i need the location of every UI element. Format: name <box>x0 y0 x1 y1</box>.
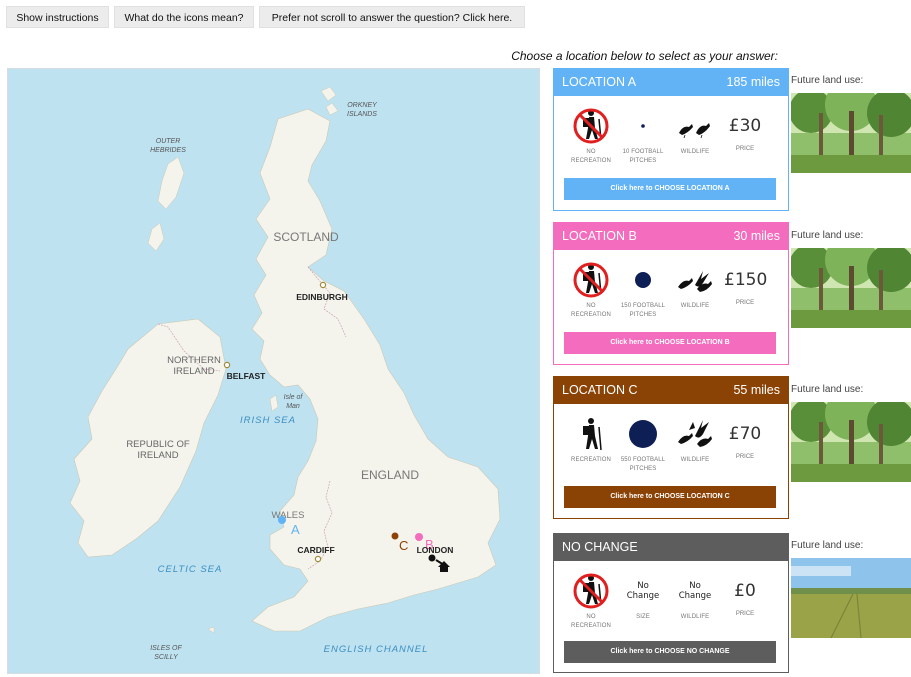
icons-meaning-button[interactable]: What do the icons mean? <box>114 6 254 28</box>
woodland-image <box>791 248 911 328</box>
no-recreation-icon <box>573 108 609 144</box>
size-dot-icon <box>635 272 651 288</box>
future-land-use-label-nochange: Future land use: <box>791 540 864 551</box>
location-c-wildlife: WILDLIFE <box>670 414 720 465</box>
no-change-title: NO CHANGE <box>562 540 638 554</box>
no-change-wildlife-value-1: No <box>689 581 701 591</box>
no-change-price: £0 PRICE <box>734 581 756 617</box>
outer-hebrides-label-2: HEBRIDES <box>150 147 186 154</box>
edinburgh-dot <box>319 281 327 289</box>
woodland-photo-a <box>791 93 911 173</box>
woodland-photo-c <box>791 402 911 482</box>
location-a-distance: 185 miles <box>726 75 781 89</box>
location-a-recreation: NO RECREATION <box>566 106 616 166</box>
northern-ireland-label-1: NORTHERN <box>167 355 221 366</box>
location-b-distance: 30 miles <box>733 229 780 243</box>
location-b-header: LOCATION B 30 miles <box>554 223 788 250</box>
location-b-title: LOCATION B <box>562 229 637 243</box>
location-c-distance: 55 miles <box>733 383 780 397</box>
london-dot <box>428 554 436 562</box>
farmland-image <box>791 558 911 638</box>
woodland-image <box>791 93 911 173</box>
location-c-header: LOCATION C 55 miles <box>554 377 788 404</box>
location-a-wildlife: WILDLIFE <box>670 106 720 157</box>
scilly-label-2: SCILLY <box>154 654 179 661</box>
location-b-marker <box>415 533 423 541</box>
no-change-wildlife-value-2: Change <box>678 591 712 601</box>
location-c-size: 550 FOOTBALL PITCHES <box>618 414 668 474</box>
uk-map: ORKNEY ISLANDS OUTER HEBRIDES SCOTLAND E… <box>7 68 540 674</box>
location-a-letter: A <box>291 522 300 537</box>
no-change-card: NO CHANGE NO RECREATION No Change SIZE N… <box>553 533 789 673</box>
size-dot-icon <box>641 124 645 128</box>
location-c-card: LOCATION C 55 miles RECREATION 550 FOOTB… <box>553 376 789 519</box>
wildlife-birds-icon <box>679 123 710 139</box>
question-prompt: Choose a location below to select as you… <box>511 49 778 63</box>
future-land-use-label-b: Future land use: <box>791 230 864 241</box>
orkney-label-2: ISLANDS <box>347 111 377 118</box>
no-change-recreation: NO RECREATION <box>566 571 616 631</box>
location-c-letter: C <box>399 538 408 553</box>
location-a-size: 10 FOOTBALL PITCHES <box>618 106 668 166</box>
roi-label-2: IRELAND <box>137 450 178 461</box>
edinburgh-label: EDINBURGH <box>296 292 347 302</box>
future-land-use-label-c: Future land use: <box>791 384 864 395</box>
england-label: ENGLAND <box>361 468 419 482</box>
northern-ireland-label-2: IRELAND <box>173 366 214 377</box>
recreation-hiker-icon <box>583 418 602 451</box>
location-a-title: LOCATION A <box>562 75 637 89</box>
farmland-photo <box>791 558 911 638</box>
location-c-price: £70 PRICE <box>728 424 762 460</box>
no-change-wildlife: No Change WILDLIFE <box>678 581 712 620</box>
location-c-marker <box>391 532 399 540</box>
outer-hebrides-label-1: OUTER <box>156 138 181 145</box>
woodland-photo-b <box>791 248 911 328</box>
location-a-marker <box>278 516 286 524</box>
english-channel-label: ENGLISH CHANNEL <box>324 644 429 655</box>
no-change-header: NO CHANGE <box>554 534 788 561</box>
isle-of-man-label-1: Isle of <box>284 394 304 401</box>
cardiff-label: CARDIFF <box>297 545 334 555</box>
location-b-price: £150 PRICE <box>724 270 768 306</box>
belfast-dot <box>223 361 231 369</box>
map-svg: ORKNEY ISLANDS OUTER HEBRIDES SCOTLAND E… <box>8 69 539 673</box>
location-a-price: £30 PRICE <box>728 116 762 152</box>
cardiff-dot <box>314 555 322 563</box>
location-b-card: LOCATION B 30 miles NO RECREATION 150 FO… <box>553 222 789 365</box>
scilly-label-1: ISLES OF <box>150 645 182 652</box>
location-c-title: LOCATION C <box>562 383 638 397</box>
location-c-recreation: RECREATION <box>566 414 616 465</box>
location-b-wildlife: WILDLIFE <box>670 260 720 311</box>
choose-location-c-button[interactable]: Click here to CHOOSE LOCATION C <box>564 486 776 508</box>
location-a-header: LOCATION A 185 miles <box>554 69 788 96</box>
wildlife-birds-icon <box>678 420 712 447</box>
location-b-recreation: NO RECREATION <box>566 260 616 320</box>
no-change-size-value-2: Change <box>626 591 660 601</box>
woodland-image <box>791 402 911 482</box>
future-land-use-label-a: Future land use: <box>791 75 864 86</box>
no-change-size-value-1: No <box>637 581 649 591</box>
wildlife-birds-icon <box>678 271 712 292</box>
location-b-size: 150 FOOTBALL PITCHES <box>618 260 668 320</box>
location-a-card: LOCATION A 185 miles NO RECREATION 10 FO… <box>553 68 789 211</box>
no-recreation-icon <box>573 262 609 298</box>
no-scroll-button[interactable]: Prefer not scroll to answer the question… <box>259 6 525 28</box>
belfast-label: BELFAST <box>227 371 267 381</box>
scotland-label: SCOTLAND <box>273 230 339 244</box>
no-change-size: No Change SIZE <box>626 581 660 620</box>
orkney-label-1: ORKNEY <box>347 102 378 109</box>
choose-location-a-button[interactable]: Click here to CHOOSE LOCATION A <box>564 178 776 200</box>
celtic-sea-label: CELTIC SEA <box>158 564 223 575</box>
wales-label: WALES <box>272 510 305 521</box>
choose-no-change-button[interactable]: Click here to CHOOSE NO CHANGE <box>564 641 776 663</box>
choose-location-b-button[interactable]: Click here to CHOOSE LOCATION B <box>564 332 776 354</box>
show-instructions-button[interactable]: Show instructions <box>6 6 109 28</box>
no-recreation-icon <box>573 573 609 609</box>
size-dot-icon <box>629 420 657 448</box>
london-label: LONDON <box>417 545 454 555</box>
roi-label-1: REPUBLIC OF <box>126 439 190 450</box>
irish-sea-label: IRISH SEA <box>240 415 296 426</box>
isle-of-man-label-2: Man <box>286 403 300 410</box>
